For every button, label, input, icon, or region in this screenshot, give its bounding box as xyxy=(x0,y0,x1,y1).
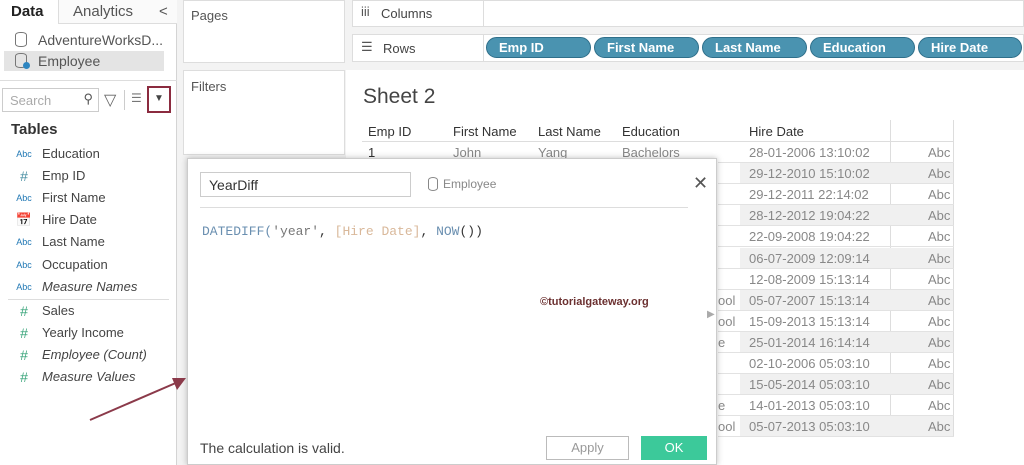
annotation-arrow xyxy=(89,378,186,421)
